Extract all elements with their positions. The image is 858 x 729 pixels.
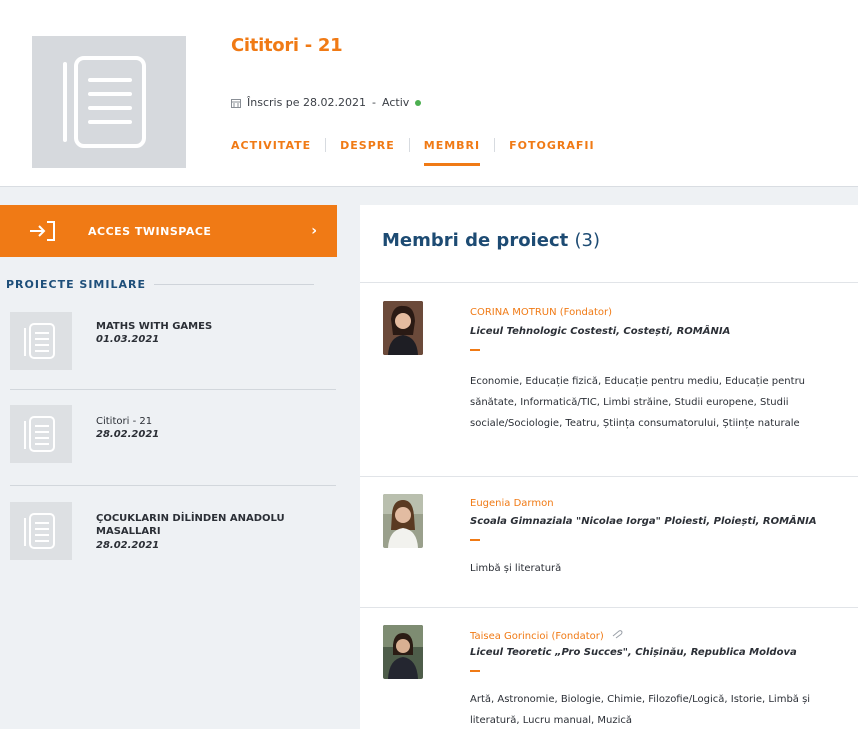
- member-dash: [470, 670, 480, 672]
- project-meta: Înscris pe 28.02.2021 - Activ: [231, 96, 422, 109]
- similar-project-item[interactable]: ÇOCUKLARIN DİLİNDEN ANADOLU MASALLARI 28…: [10, 502, 336, 564]
- members-count: (3): [574, 230, 601, 251]
- member-subjects: Artă, Astronomie, Biologie, Chimie, Filo…: [470, 694, 811, 726]
- status-dot: [415, 99, 422, 106]
- member-name[interactable]: Eugenia Darmon: [470, 498, 554, 509]
- similar-project-name: MATHS WITH GAMES: [96, 321, 213, 332]
- avatar[interactable]: [383, 301, 423, 355]
- avatar[interactable]: [383, 625, 423, 679]
- member-dash: [470, 539, 480, 541]
- document-icon: [24, 416, 55, 452]
- similar-project-date: 28.02.2021: [96, 429, 160, 440]
- similar-project-item[interactable]: MATHS WITH GAMES 01.03.2021: [10, 312, 336, 374]
- paperclip-icon: [612, 630, 623, 639]
- similar-project-date: 28.02.2021: [96, 540, 160, 551]
- member-school: Liceul Tehnologic Costesti, Costești, RO…: [470, 326, 731, 337]
- project-header: Cititori - 21 Înscris pe 28.02.2021 - Ac…: [0, 0, 858, 187]
- meta-separator: -: [372, 96, 377, 109]
- panel-divider: [360, 282, 858, 283]
- member-card: Eugenia Darmon Scoala Gimnaziala "Nicola…: [360, 494, 858, 604]
- status-text: Activ: [382, 96, 410, 109]
- tab-activitate[interactable]: ACTIVITATE: [231, 139, 311, 152]
- similar-projects-heading: PROIECTE SIMILARE: [6, 278, 314, 291]
- members-panel: Membri de proiect (3) CORINA MOTRUN (Fon…: [360, 205, 858, 729]
- list-divider: [10, 389, 336, 390]
- list-divider: [10, 485, 336, 486]
- members-title: Membri de proiect: [382, 230, 569, 251]
- project-tabs: ACTIVITATE DESPRE MEMBRI FOTOGRAFII: [231, 138, 595, 166]
- similar-project-thumbnail: [10, 405, 72, 463]
- member-name-text: Taisea Gorincioi (Fondator): [470, 631, 604, 642]
- member-school: Scoala Gimnaziala "Nicolae Iorga" Ploies…: [470, 516, 817, 527]
- member-card: Taisea Gorincioi (Fondator) Liceul Teore…: [360, 625, 858, 729]
- member-name[interactable]: CORINA MOTRUN (Fondator): [470, 307, 612, 318]
- similar-projects-title: PROIECTE SIMILARE: [6, 278, 146, 291]
- member-subjects: Economie, Educație fizică, Educație pent…: [470, 376, 806, 429]
- document-icon: [24, 513, 55, 549]
- login-arrow-icon: [30, 221, 55, 241]
- similar-project-thumbnail: [10, 312, 72, 370]
- chevron-right-icon: ›: [311, 223, 317, 239]
- tab-divider: [494, 138, 496, 152]
- panel-divider: [360, 476, 858, 477]
- similar-project-name: ÇOCUKLARIN DİLİNDEN ANADOLU MASALLARI: [96, 513, 285, 537]
- members-heading: Membri de proiect (3): [382, 230, 600, 251]
- tab-membri[interactable]: MEMBRI: [423, 139, 481, 166]
- document-icon: [24, 323, 55, 359]
- avatar[interactable]: [383, 494, 423, 548]
- member-subjects: Limbă și literatură: [470, 563, 562, 574]
- project-thumbnail: [32, 36, 186, 168]
- similar-project-item[interactable]: Cititori - 21 28.02.2021: [10, 405, 336, 467]
- project-title: Cititori - 21: [231, 35, 343, 56]
- tab-fotografii[interactable]: FOTOGRAFII: [509, 139, 594, 152]
- tab-despre[interactable]: DESPRE: [340, 139, 395, 152]
- tab-divider: [325, 138, 327, 152]
- member-school: Liceul Teoretic „Pro Succes", Chișinău, …: [470, 647, 797, 658]
- twinspace-access-button[interactable]: ACCES TWINSPACE ›: [0, 205, 337, 257]
- member-name[interactable]: Taisea Gorincioi (Fondator): [470, 629, 623, 642]
- panel-divider: [360, 607, 858, 608]
- document-icon: [63, 56, 146, 148]
- enrolled-date: Înscris pe 28.02.2021: [247, 96, 367, 109]
- calendar-icon: [231, 98, 241, 108]
- similar-project-date: 01.03.2021: [96, 334, 160, 345]
- similar-project-name: Cititori - 21: [96, 416, 153, 427]
- member-dash: [470, 349, 480, 351]
- similar-project-thumbnail: [10, 502, 72, 560]
- heading-divider: [153, 284, 314, 285]
- member-card: CORINA MOTRUN (Fondator) Liceul Tehnolog…: [360, 301, 858, 471]
- twinspace-label: ACCES TWINSPACE: [88, 224, 212, 238]
- tab-divider: [408, 138, 410, 152]
